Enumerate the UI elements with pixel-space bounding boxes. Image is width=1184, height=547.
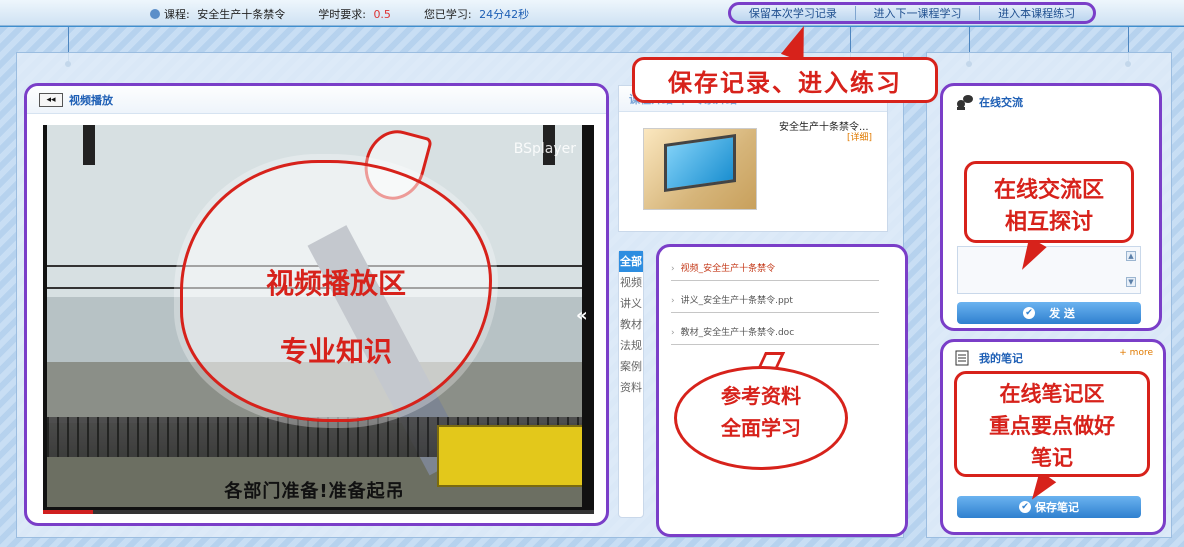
video-progress-fill bbox=[43, 510, 93, 514]
user-icon bbox=[150, 9, 160, 19]
divider bbox=[979, 6, 981, 20]
course-name: 安全生产十条禁令 bbox=[197, 8, 286, 21]
back-icon[interactable]: ◂◂ bbox=[39, 92, 63, 107]
top-bar: 课程: 安全生产十条禁令 学时要求: 0.5 您已学习: 24分42秒 保留本次… bbox=[0, 0, 1184, 26]
chat-callout-line1: 在线交流区 bbox=[993, 178, 1104, 203]
course-info: 课程: 安全生产十条禁令 学时要求: 0.5 您已学习: 24分42秒 bbox=[150, 6, 533, 22]
check-icon: ✔ bbox=[1019, 501, 1031, 513]
studied-value: 24分42秒 bbox=[479, 8, 530, 21]
divider bbox=[854, 6, 856, 20]
top-actions: 保留本次学习记录 进入下一课程学习 进入本课程练习 bbox=[728, 2, 1096, 24]
resource-callout-line2: 全面学习 bbox=[721, 416, 801, 440]
chat-callout-line2: 相互探讨 bbox=[1004, 210, 1093, 235]
resource-label: 教材_安全生产十条禁令.doc bbox=[680, 328, 795, 338]
tab-textbook[interactable]: 教材 bbox=[619, 314, 643, 335]
pole-shape bbox=[83, 125, 95, 165]
send-button[interactable]: ✔ 发 送 bbox=[957, 302, 1141, 324]
video-progress-bar[interactable] bbox=[43, 510, 594, 514]
tab-all[interactable]: 全部 bbox=[619, 251, 643, 272]
resource-label: 讲义_安全生产十条禁令.ppt bbox=[680, 296, 793, 306]
resource-callout-line1: 参考资料 bbox=[721, 384, 801, 408]
hours-label: 学时要求: bbox=[318, 8, 366, 21]
save-notes-button[interactable]: ✔ 保存笔记 bbox=[957, 496, 1141, 518]
chevron-right-icon: › bbox=[671, 296, 675, 306]
course-intro-panel: 课程介绍 | 专家介绍 安全生产十条禁令... [详细] bbox=[618, 85, 888, 232]
notes-callout-line1: 在线笔记区 bbox=[999, 382, 1105, 406]
check-icon: ✔ bbox=[1023, 307, 1036, 319]
top-callout: 保存记录、进入练习 bbox=[632, 57, 938, 103]
chat-title: 在线交流 bbox=[979, 96, 1023, 109]
tab-lecture[interactable]: 讲义 bbox=[619, 293, 643, 314]
notes-callout-line2: 重点要点做好 bbox=[989, 414, 1115, 438]
list-item[interactable]: › 教材_安全生产十条禁令.doc bbox=[671, 325, 879, 345]
more-link[interactable]: + more bbox=[1119, 348, 1153, 358]
notes-header: 我的笔记 bbox=[943, 342, 1163, 374]
practice-button[interactable]: 进入本课程练习 bbox=[992, 5, 1081, 21]
video-callout-line1: 视频播放区 bbox=[265, 267, 406, 300]
send-label: 发 送 bbox=[1049, 307, 1075, 320]
next-course-button[interactable]: 进入下一课程学习 bbox=[867, 5, 967, 21]
chat-header: 在线交流 bbox=[943, 86, 1159, 118]
list-item[interactable]: › 视频_安全生产十条禁令 bbox=[671, 261, 879, 281]
category-tabs: 全部 视频 讲义 教材 法规 案例 资料 bbox=[618, 250, 644, 518]
scroll-down-icon[interactable]: ▼ bbox=[1126, 277, 1136, 287]
hours-value: 0.5 bbox=[373, 8, 391, 21]
course-thumbnail bbox=[643, 128, 757, 210]
studied-label: 您已学习: bbox=[423, 8, 472, 21]
video-header: ◂◂ 视频播放 bbox=[27, 86, 606, 114]
course-label: 课程: bbox=[164, 8, 190, 21]
detail-link[interactable]: [详细] bbox=[847, 130, 872, 143]
notes-callout-line3: 笔记 bbox=[1031, 446, 1073, 470]
video-title: 视频播放 bbox=[69, 93, 113, 107]
save-record-button[interactable]: 保留本次学习记录 bbox=[743, 5, 843, 21]
video-callout-line2: 专业知识 bbox=[279, 335, 392, 368]
video-subtitle: 各部门准备!准备起吊 bbox=[224, 481, 405, 502]
chevron-right-icon: › bbox=[671, 328, 675, 338]
tab-material[interactable]: 资料 bbox=[619, 377, 643, 398]
collapse-icon[interactable]: « bbox=[576, 305, 588, 326]
monitor-icon bbox=[664, 133, 736, 193]
tab-regulation[interactable]: 法规 bbox=[619, 335, 643, 356]
player-watermark: BSplayer bbox=[513, 141, 576, 157]
chat-bubble-icon bbox=[955, 94, 973, 110]
tab-video[interactable]: 视频 bbox=[619, 272, 643, 293]
notes-title: 我的笔记 bbox=[979, 352, 1023, 365]
note-icon bbox=[955, 350, 973, 366]
chevron-right-icon: › bbox=[671, 264, 675, 274]
list-item[interactable]: › 讲义_安全生产十条禁令.ppt bbox=[671, 293, 879, 313]
scroll-up-icon[interactable]: ▲ bbox=[1126, 251, 1136, 261]
chat-input[interactable]: ▲ ▼ bbox=[957, 246, 1141, 294]
resource-label: 视频_安全生产十条禁令 bbox=[680, 264, 776, 274]
tab-case[interactable]: 案例 bbox=[619, 356, 643, 377]
